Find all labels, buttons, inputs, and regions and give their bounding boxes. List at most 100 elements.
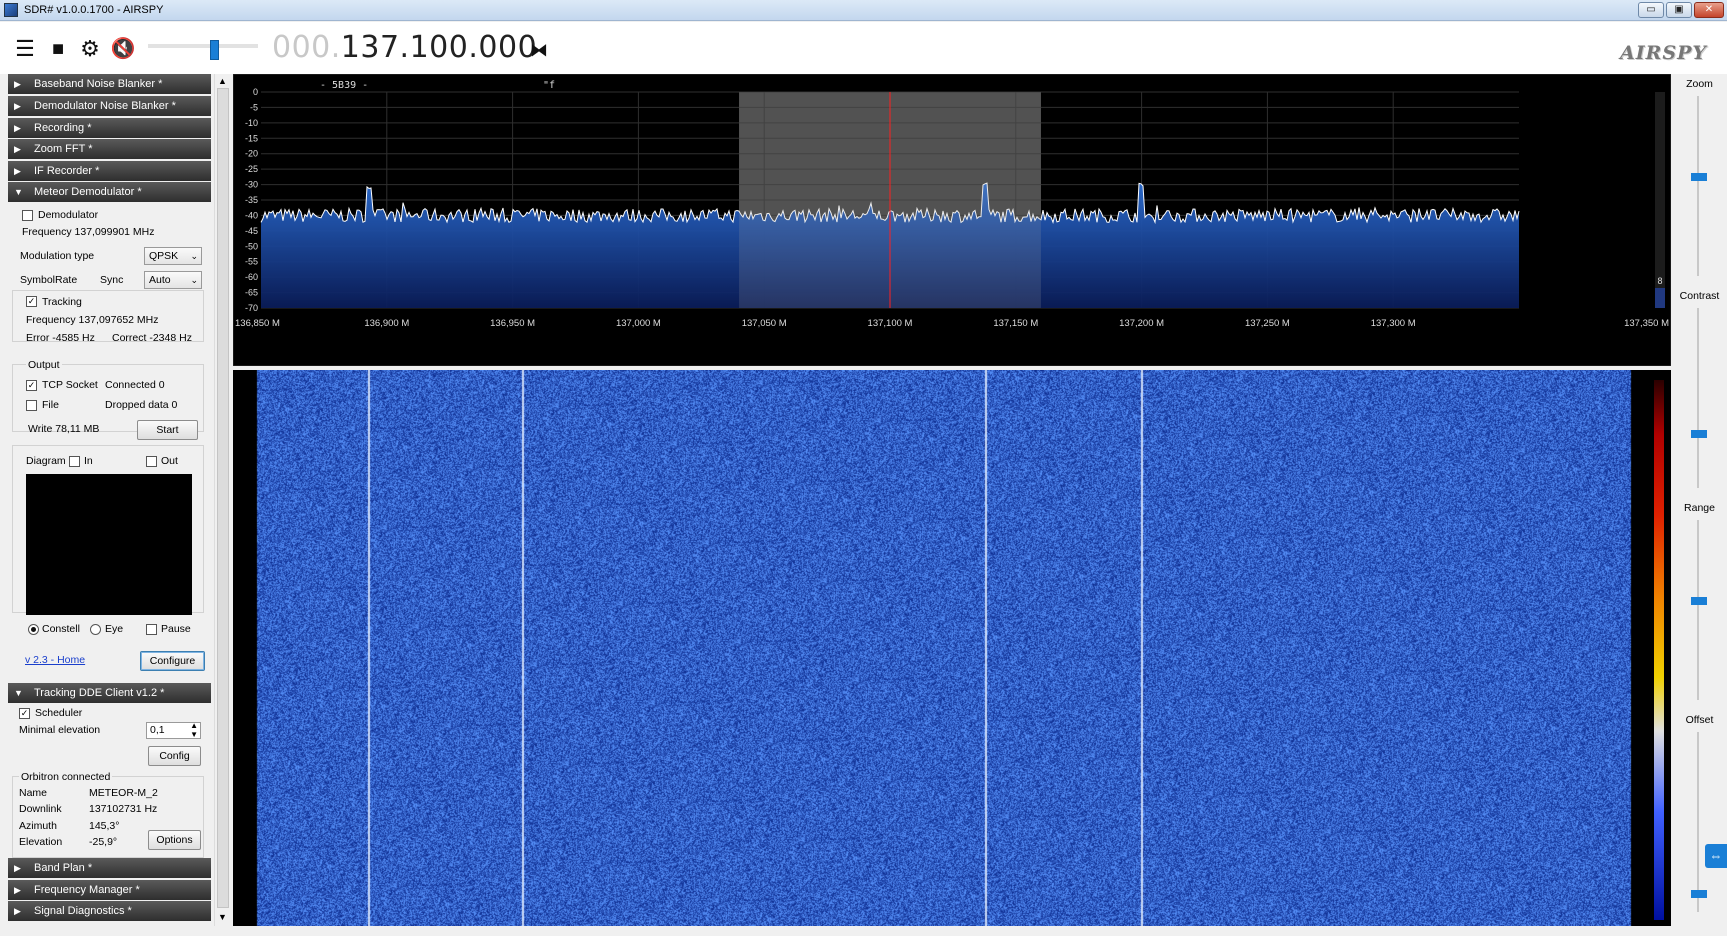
panel-header-zoom-fft[interactable]: ▶ Zoom FFT * bbox=[8, 139, 211, 159]
demodulator-checkbox[interactable] bbox=[22, 210, 33, 221]
range-label: Range bbox=[1684, 502, 1715, 514]
panel-header-if-recorder[interactable]: ▶ IF Recorder * bbox=[8, 161, 211, 181]
sidebar: ▶ Baseband Noise Blanker * ▶ Demodulator N… bbox=[8, 74, 211, 926]
constell-radio[interactable] bbox=[28, 624, 39, 635]
range-slider-thumb[interactable] bbox=[1691, 597, 1707, 605]
tracking-label: Tracking bbox=[42, 296, 82, 308]
min-elevation-input[interactable]: 0,1 ▲ ▼ bbox=[146, 721, 201, 739]
modulation-type-select[interactable]: QPSK ⌄ bbox=[144, 247, 202, 265]
x-tick-label: 136,850 M bbox=[235, 318, 280, 329]
minimize-button[interactable]: ▭ bbox=[1638, 2, 1664, 18]
home-link[interactable]: v 2.3 - Home bbox=[25, 654, 85, 666]
y-tick-label: -35 bbox=[245, 195, 258, 205]
panel-header-signal-diagnostics[interactable]: ▶ Signal Diagnostics * bbox=[8, 901, 211, 921]
sync-label: Sync bbox=[100, 274, 124, 286]
x-tick-label: 137,350 M bbox=[1624, 318, 1669, 329]
downlink-value: 137102731 Hz bbox=[89, 803, 158, 815]
azimuth-value: 145,3° bbox=[89, 820, 120, 832]
elevation-value: -25,9° bbox=[89, 836, 118, 848]
sidebar-scrollbar[interactable]: ▲ ▼ bbox=[214, 74, 230, 926]
pause-label: Pause bbox=[161, 623, 191, 635]
constell-label: Constell bbox=[42, 623, 80, 635]
zoom-slider[interactable] bbox=[1697, 96, 1699, 276]
configure-button[interactable]: Configure bbox=[140, 651, 205, 671]
x-tick-label: 137,100 M bbox=[868, 318, 913, 329]
panel-header-band-plan[interactable]: ▶ Band Plan * bbox=[8, 858, 211, 878]
app-icon bbox=[4, 3, 18, 17]
file-checkbox[interactable] bbox=[26, 400, 37, 411]
frequency-display[interactable]: 000.137.100.000 bbox=[272, 30, 537, 65]
panel-header-recording[interactable]: ▶ Recording * bbox=[8, 118, 211, 138]
offset-slider[interactable] bbox=[1697, 732, 1699, 912]
write-size: Write 78,11 MB bbox=[28, 423, 100, 435]
correct-value: Correct -2348 Hz bbox=[112, 332, 192, 344]
frequency-lead: 000. bbox=[272, 30, 341, 65]
scrollbar-thumb[interactable] bbox=[217, 88, 229, 908]
restore-button[interactable]: ▣ bbox=[1666, 2, 1692, 18]
contrast-slider-thumb[interactable] bbox=[1691, 430, 1707, 438]
level-value: 8 bbox=[1657, 276, 1662, 286]
collapse-arrow-icon: ▼ bbox=[14, 688, 23, 698]
expand-arrow-icon: ▶ bbox=[14, 166, 21, 176]
eye-radio[interactable] bbox=[90, 624, 101, 635]
pause-checkbox[interactable] bbox=[146, 624, 157, 635]
symbolrate-label: SymbolRate bbox=[20, 274, 78, 286]
panel-header-meteor-demodulator[interactable]: ▼ Meteor Demodulator * bbox=[8, 182, 211, 202]
offset-label: Offset bbox=[1685, 714, 1714, 726]
y-tick-label: 0 bbox=[253, 87, 258, 97]
diagram-in-checkbox[interactable] bbox=[69, 456, 80, 467]
volume-slider-thumb[interactable] bbox=[210, 40, 219, 60]
offset-slider-thumb[interactable] bbox=[1691, 890, 1707, 898]
file-label: File bbox=[42, 399, 59, 411]
waterfall-display[interactable] bbox=[233, 370, 1671, 926]
diagram-out-label: Out bbox=[161, 455, 178, 467]
scroll-up-icon[interactable]: ▲ bbox=[218, 76, 227, 86]
contrast-slider[interactable] bbox=[1697, 308, 1699, 488]
orbitron-label: Orbitron connected bbox=[19, 771, 113, 783]
overlay-label-right: "f bbox=[543, 80, 555, 91]
range-slider[interactable] bbox=[1697, 520, 1699, 700]
downlink-key: Downlink bbox=[19, 803, 62, 815]
azimuth-key: Azimuth bbox=[19, 820, 57, 832]
name-key: Name bbox=[19, 787, 48, 799]
gear-icon[interactable]: ⚙ bbox=[77, 36, 103, 62]
x-tick-label: 136,900 M bbox=[364, 318, 409, 329]
expand-arrow-icon: ▶ bbox=[14, 144, 21, 154]
chevron-down-icon: ⌄ bbox=[190, 251, 198, 261]
x-tick-label: 137,300 M bbox=[1371, 318, 1416, 329]
panel-header-frequency-manager[interactable]: ▶ Frequency Manager * bbox=[8, 880, 211, 900]
tcp-socket-label: TCP Socket bbox=[42, 379, 98, 391]
panel-header-tracking-dde[interactable]: ▼ Tracking DDE Client v1.2 * bbox=[8, 683, 211, 703]
y-tick-label: -55 bbox=[245, 257, 258, 267]
diagram-out-checkbox[interactable] bbox=[146, 456, 157, 467]
spectrum-display[interactable]: 0 -5 -10 -15 -20 -25 -30 -35 -40 -45 -50 -55 -60 -65 -… bbox=[233, 74, 1671, 366]
zoom-label: Zoom bbox=[1686, 78, 1713, 90]
tracking-checkbox[interactable]: ✓ bbox=[26, 296, 37, 307]
config-button[interactable]: Config bbox=[148, 746, 201, 766]
panel-header-baseband-noise-blanker[interactable]: ▶ Baseband Noise Blanker * bbox=[8, 74, 211, 94]
y-tick-label: -65 bbox=[245, 288, 258, 298]
sync-select[interactable]: Auto ⌄ bbox=[144, 271, 202, 289]
window-title: SDR# v1.0.0.1700 - AIRSPY bbox=[24, 4, 164, 16]
expand-arrow-icon: ▶ bbox=[14, 885, 21, 895]
y-tick-label: -25 bbox=[245, 164, 258, 174]
options-button[interactable]: Options bbox=[148, 830, 201, 850]
scheduler-checkbox[interactable]: ✓ bbox=[19, 708, 30, 719]
x-tick-label: 136,950 M bbox=[490, 318, 535, 329]
chevron-down-icon: ⌄ bbox=[190, 275, 198, 285]
close-button[interactable]: ✕ bbox=[1694, 2, 1724, 18]
stepper-arrows-icon[interactable]: ▲ ▼ bbox=[190, 721, 198, 739]
menu-icon[interactable]: ☰ bbox=[12, 36, 38, 62]
mute-icon[interactable]: 🔇 bbox=[110, 36, 136, 62]
scroll-down-icon[interactable]: ▼ bbox=[218, 912, 227, 922]
tcp-socket-checkbox[interactable]: ✓ bbox=[26, 380, 37, 391]
start-button[interactable]: Start bbox=[137, 420, 198, 440]
tune-icon[interactable]: ⧓ bbox=[530, 40, 548, 61]
volume-slider[interactable] bbox=[148, 44, 258, 48]
remote-tab-icon[interactable]: ⇔ bbox=[1705, 844, 1727, 868]
zoom-slider-thumb[interactable] bbox=[1691, 173, 1707, 181]
panel-header-demodulator-noise-blanker[interactable]: ▶ Demodulator Noise Blanker * bbox=[8, 96, 211, 116]
stop-icon[interactable]: ■ bbox=[45, 36, 71, 62]
y-tick-label: -45 bbox=[245, 226, 258, 236]
x-tick-label: 137,250 M bbox=[1245, 318, 1290, 329]
